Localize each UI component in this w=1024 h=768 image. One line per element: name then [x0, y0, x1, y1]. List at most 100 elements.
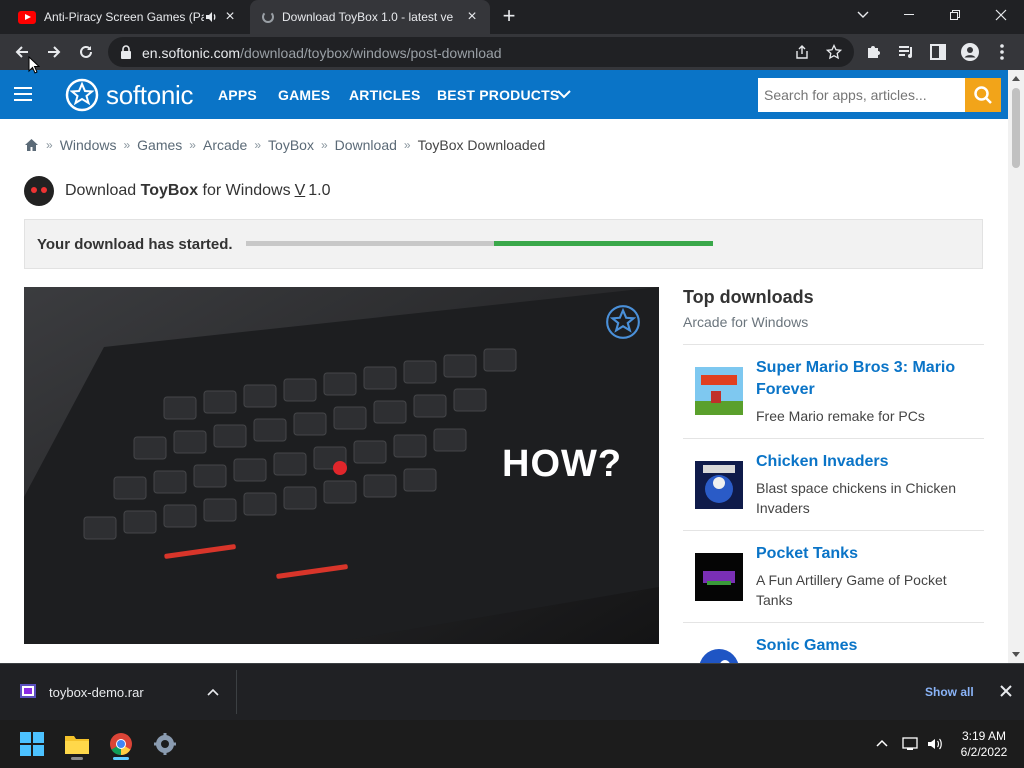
item-description: A Fun Artillery Game of Pocket Tanks — [756, 572, 947, 608]
hero-caption: HOW? — [502, 443, 623, 485]
list-item[interactable]: Sonic Games — [683, 623, 984, 663]
chrome-taskbar-button[interactable] — [105, 728, 137, 760]
close-icon[interactable] — [998, 683, 1014, 699]
item-name[interactable]: Pocket Tanks — [756, 543, 984, 565]
close-tab-icon[interactable]: × — [222, 9, 238, 25]
folder-icon — [65, 736, 89, 754]
media-controls-icon[interactable] — [896, 42, 916, 62]
top-downloads-sidebar: Top downloads Arcade for Windows Super M… — [683, 287, 984, 663]
chicken-invaders-thumbnail[interactable] — [695, 461, 743, 509]
restore-button[interactable] — [932, 0, 978, 30]
hamburger-menu-icon[interactable] — [14, 87, 32, 101]
breadcrumb-link[interactable]: ToyBox — [268, 137, 314, 153]
tab-title: Download ToyBox 1.0 - latest ver — [282, 10, 454, 24]
start-button[interactable] — [16, 728, 48, 760]
scrollbar-thumb[interactable] — [1012, 88, 1020, 168]
list-item[interactable]: Pocket Tanks A Fun Artillery Game of Poc… — [683, 531, 984, 623]
download-filename[interactable]: toybox-demo.rar — [49, 685, 144, 700]
chevron-up-icon[interactable] — [206, 686, 220, 700]
pocket-tanks-thumbnail[interactable] — [695, 553, 743, 601]
softonic-logo[interactable]: softonic — [64, 77, 194, 113]
download-status-text: Your download has started. — [37, 236, 233, 253]
breadcrumb-current: ToyBox Downloaded — [417, 137, 546, 153]
item-name[interactable]: Chicken Invaders — [756, 451, 984, 473]
hero-image: HOW? — [24, 287, 659, 644]
system-clock[interactable]: 3:19 AM 6/2/2022 — [950, 728, 1018, 760]
extensions-puzzle-icon[interactable] — [864, 42, 884, 62]
top-downloads-list: Super Mario Bros 3: Mario Forever Free M… — [683, 344, 984, 663]
tab-search-button[interactable] — [840, 0, 886, 30]
item-name[interactable]: Sonic Games — [756, 635, 984, 657]
settings-taskbar-button[interactable] — [149, 728, 181, 760]
browser-tab-strip: Anti-Piracy Screen Games (Pa × Download … — [0, 0, 1024, 34]
side-panel-icon[interactable] — [928, 42, 948, 62]
nav-articles[interactable]: ARTICLES — [349, 87, 421, 103]
search-button[interactable] — [965, 78, 1001, 112]
minimize-icon — [904, 14, 914, 15]
page-viewport: softonic APPS GAMES ARTICLES BEST PRODUC… — [0, 70, 1024, 663]
close-window-button[interactable] — [978, 0, 1024, 30]
chevron-down-icon — [857, 11, 869, 18]
list-item[interactable]: Chicken Invaders Blast space chickens in… — [683, 439, 984, 531]
bookmark-star-icon[interactable] — [826, 44, 842, 60]
url-text[interactable]: en.softonic.com/download/toybox/windows/… — [142, 45, 502, 61]
rar-file-icon — [20, 684, 36, 698]
list-item[interactable]: Super Mario Bros 3: Mario Forever Free M… — [683, 345, 984, 439]
download-progress-bar — [246, 241, 713, 246]
network-icon[interactable] — [902, 736, 918, 752]
speaker-icon[interactable] — [204, 10, 218, 24]
app-name: ToyBox — [140, 182, 199, 199]
download-heading: Download ToyBox for Windows V 1.0 — [24, 176, 331, 206]
toybox-app-icon — [24, 176, 54, 206]
address-bar[interactable]: en.softonic.com/download/toybox/windows/… — [108, 37, 854, 67]
breadcrumb-link[interactable]: Arcade — [203, 137, 247, 153]
sidebar-subtitle: Arcade for Windows — [683, 314, 809, 330]
close-tab-icon[interactable]: × — [464, 9, 480, 25]
tab-youtube[interactable]: Anti-Piracy Screen Games (Pa × — [0, 0, 248, 34]
file-explorer-button[interactable] — [61, 728, 93, 760]
progress-fill — [493, 241, 713, 246]
share-icon[interactable] — [794, 44, 810, 60]
site-header: softonic APPS GAMES ARTICLES BEST PRODUC… — [0, 70, 1008, 119]
page-scrollbar[interactable] — [1008, 70, 1024, 663]
chrome-icon — [110, 733, 132, 755]
scroll-down-arrow-icon[interactable] — [1012, 652, 1020, 657]
kebab-menu-icon[interactable] — [992, 42, 1012, 62]
version-number: 1.0 — [308, 182, 331, 199]
mario-forever-thumbnail[interactable] — [695, 367, 743, 415]
loading-spinner-icon — [262, 11, 274, 23]
lock-icon[interactable] — [120, 45, 132, 59]
mouse-cursor-icon — [28, 56, 40, 74]
download-shelf: toybox-demo.rar Show all — [0, 663, 1024, 720]
volume-icon[interactable] — [927, 736, 943, 752]
sonic-games-thumbnail[interactable] — [695, 645, 743, 663]
scroll-up-arrow-icon[interactable] — [1012, 76, 1020, 81]
chevron-up-icon[interactable] — [874, 736, 890, 752]
logo-wordmark: softonic — [106, 79, 194, 110]
nav-games[interactable]: GAMES — [278, 87, 330, 103]
youtube-icon — [18, 10, 36, 24]
item-description: Blast space chickens in Chicken Invaders — [756, 480, 956, 516]
tab-title: Anti-Piracy Screen Games (Pa — [44, 10, 204, 24]
profile-avatar-icon[interactable] — [960, 42, 980, 62]
new-tab-button[interactable]: + — [498, 5, 520, 28]
breadcrumb-link[interactable]: Download — [335, 137, 397, 153]
breadcrumb: » Windows » Games » Arcade » ToyBox » Do… — [24, 137, 545, 153]
nav-apps[interactable]: APPS — [218, 87, 257, 103]
search-input[interactable] — [758, 78, 965, 112]
nav-best-products[interactable]: BEST PRODUCTS — [437, 87, 559, 103]
breadcrumb-link[interactable]: Games — [137, 137, 182, 153]
chevron-down-icon[interactable] — [557, 90, 571, 99]
version-label: V — [294, 182, 306, 199]
home-icon[interactable] — [24, 138, 39, 152]
breadcrumb-link[interactable]: Windows — [60, 137, 117, 153]
minimize-button[interactable] — [886, 0, 932, 30]
item-description: Free Mario remake for PCs — [756, 408, 925, 424]
softonic-watermark-icon — [606, 305, 640, 339]
item-name[interactable]: Super Mario Bros 3: Mario Forever — [756, 357, 984, 401]
tab-toybox[interactable]: Download ToyBox 1.0 - latest ver × — [250, 0, 490, 34]
show-all-downloads-button[interactable]: Show all — [925, 685, 974, 699]
windows-taskbar: 3:19 AM 6/2/2022 — [0, 720, 1024, 768]
forward-button[interactable] — [40, 38, 68, 66]
reload-button[interactable] — [72, 38, 100, 66]
